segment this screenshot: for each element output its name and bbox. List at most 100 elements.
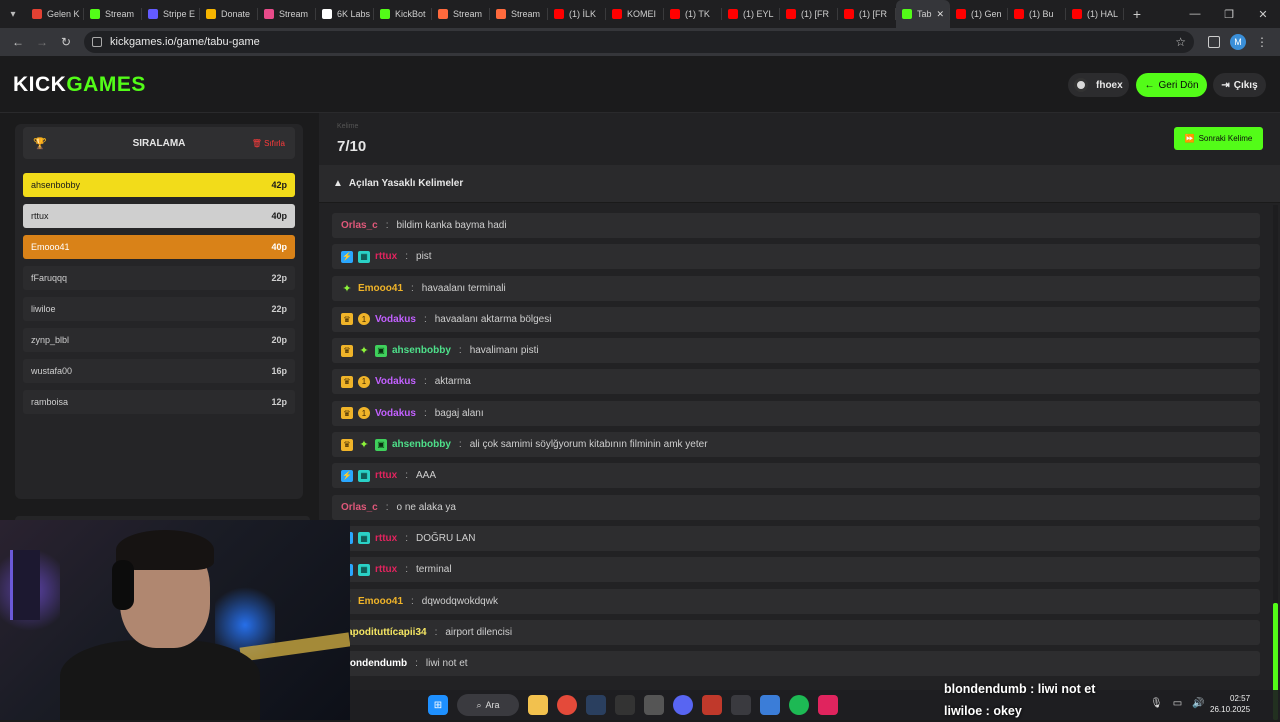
tab-label: (1) İLK bbox=[569, 9, 597, 19]
user-profile-pill[interactable]: fhoex bbox=[1068, 73, 1129, 97]
browser-tab[interactable]: KOMEI bbox=[606, 0, 664, 28]
tab-label: (1) Gen bbox=[971, 9, 1002, 19]
chat-text: pist bbox=[416, 251, 432, 263]
video-editor-icon[interactable] bbox=[702, 695, 722, 715]
chat-username[interactable]: Orlas_c bbox=[341, 502, 378, 513]
tab-favicon-icon bbox=[844, 9, 854, 19]
network-icon[interactable]: ▭ bbox=[1173, 698, 1182, 709]
back-button[interactable]: ← Geri Dön bbox=[1136, 73, 1207, 97]
browser-tab-bar: ▾ Gelen K Stream Stripe E Donate Stream 6K La… bbox=[0, 0, 1280, 28]
windows-start-icon[interactable]: ⊞ bbox=[428, 695, 448, 715]
chat-separator: : bbox=[423, 407, 427, 419]
tab-search-chevron-icon[interactable]: ▾ bbox=[0, 0, 26, 28]
file-explorer-icon[interactable] bbox=[528, 695, 548, 715]
player-name: wustafa00 bbox=[31, 366, 73, 376]
microphone-icon[interactable]: 🎙 bbox=[1150, 698, 1163, 709]
chat-username[interactable]: rttux bbox=[375, 470, 397, 481]
discord-icon[interactable] bbox=[673, 695, 693, 715]
taskbar-search[interactable]: ⌕ Ara bbox=[457, 694, 519, 716]
subscriber-badge-icon: ▦ bbox=[358, 532, 370, 545]
chat-username[interactable]: rttux bbox=[375, 533, 397, 544]
chat-text: AAA bbox=[416, 470, 437, 482]
chat-username[interactable]: rttux bbox=[375, 564, 397, 575]
steam-icon[interactable] bbox=[586, 695, 606, 715]
browser-tab[interactable]: Stripe E bbox=[142, 0, 200, 28]
browser-menu-icon[interactable]: ⋮ bbox=[1256, 35, 1268, 49]
chat-username[interactable]: Vodakus bbox=[375, 408, 416, 419]
chat-username[interactable]: ahsenbobby bbox=[392, 439, 451, 450]
extensions-icon[interactable] bbox=[1208, 36, 1220, 48]
forward-arrow-icon[interactable]: → bbox=[30, 35, 54, 49]
chrome-icon[interactable] bbox=[557, 695, 577, 715]
reset-button[interactable]: 🗑 Sıfırla bbox=[252, 139, 285, 148]
browser-tab[interactable]: Stream bbox=[258, 0, 316, 28]
browser-tab[interactable]: (1) Gen bbox=[950, 0, 1008, 28]
browser-tab[interactable]: (1) [FR bbox=[780, 0, 838, 28]
logout-icon: ⇥ bbox=[1221, 79, 1230, 91]
browser-tab[interactable]: (1) EYL bbox=[722, 0, 780, 28]
bookmark-star-icon[interactable]: ☆ bbox=[1175, 35, 1186, 49]
chrome-profile-icon[interactable] bbox=[731, 695, 751, 715]
site-header: KICKGAMES fhoex ← Geri Dön ⇥ Çıkış bbox=[0, 56, 1280, 113]
back-button-label: Geri Dön bbox=[1158, 79, 1199, 91]
banned-words-header[interactable]: ▲ Açılan Yasaklı Kelimeler bbox=[319, 165, 1280, 203]
player-points: 20p bbox=[271, 335, 287, 345]
chat-text: aktarma bbox=[434, 376, 471, 388]
chat-separator: : bbox=[458, 345, 462, 357]
new-tab-button[interactable]: + bbox=[1124, 6, 1150, 22]
chat-username[interactable]: Orlas_c bbox=[341, 220, 378, 231]
tab-favicon-icon bbox=[322, 9, 332, 19]
profile-avatar[interactable]: M bbox=[1230, 34, 1246, 50]
chat-username[interactable]: Emooo41 bbox=[358, 283, 403, 294]
chat-username[interactable]: ahsenbobby bbox=[392, 345, 451, 356]
chat-separator: : bbox=[385, 220, 389, 231]
chat-username[interactable]: rttux bbox=[375, 251, 397, 262]
chat-username[interactable]: Vodakus bbox=[375, 314, 416, 325]
browser-tab[interactable]: KickBot bbox=[374, 0, 432, 28]
browser-tab[interactable]: Stream bbox=[84, 0, 142, 28]
browser-tab[interactable]: (1) [FR bbox=[838, 0, 896, 28]
chat-username[interactable]: blondendumb bbox=[341, 658, 407, 669]
browser-tab[interactable]: (1) HAL bbox=[1066, 0, 1124, 28]
browser-tab[interactable]: Stream bbox=[432, 0, 490, 28]
crown-badge-icon: ♛ bbox=[341, 375, 353, 388]
tab-label: (1) [FR bbox=[859, 9, 887, 19]
browser-tab[interactable]: Stream bbox=[490, 0, 548, 28]
back-arrow-icon[interactable]: ← bbox=[6, 35, 30, 49]
system-clock[interactable]: 02:57 26.10.2025 bbox=[1210, 693, 1250, 715]
tab-favicon-icon bbox=[786, 9, 796, 19]
player-name: zynp_blbl bbox=[31, 335, 70, 345]
logout-button[interactable]: ⇥ Çıkış bbox=[1213, 73, 1266, 97]
app-icon-3[interactable] bbox=[818, 695, 838, 715]
chat-username[interactable]: Emooo41 bbox=[358, 596, 403, 607]
kickgames-logo[interactable]: KICKGAMES bbox=[13, 73, 146, 97]
browser-tab[interactable]: 6K Labs bbox=[316, 0, 374, 28]
overlay-text: okey bbox=[993, 704, 1022, 718]
next-word-button[interactable]: ⏩ Sonraki Kelime bbox=[1174, 127, 1263, 150]
tab-close-icon[interactable]: ✕ bbox=[937, 9, 945, 20]
overlay-chat-line: liwiloe : okey bbox=[944, 700, 1095, 722]
reload-icon[interactable]: ↻ bbox=[54, 35, 78, 49]
spotify-icon[interactable] bbox=[789, 695, 809, 715]
app-icon-2[interactable] bbox=[760, 695, 780, 715]
browser-tab-active[interactable]: Tab ✕ bbox=[896, 0, 950, 28]
volume-icon[interactable]: 🔊 bbox=[1192, 698, 1204, 709]
browser-tab[interactable]: Donate bbox=[200, 0, 258, 28]
tab-label: Stream bbox=[279, 9, 309, 19]
browser-tab[interactable]: (1) TK bbox=[664, 0, 722, 28]
chat-username[interactable]: papodituttícapii34 bbox=[341, 627, 427, 638]
browser-tab[interactable]: (1) Bu bbox=[1008, 0, 1066, 28]
close-window-icon[interactable]: ✕ bbox=[1246, 8, 1280, 21]
browser-tab[interactable]: (1) İLK bbox=[548, 0, 606, 28]
restore-icon[interactable]: ❐ bbox=[1212, 8, 1246, 21]
site-info-icon[interactable] bbox=[92, 37, 102, 47]
player-points: 16p bbox=[271, 366, 287, 376]
minimize-icon[interactable]: — bbox=[1178, 8, 1212, 21]
epic-games-icon[interactable] bbox=[615, 695, 635, 715]
browser-tab[interactable]: Gelen K bbox=[26, 0, 84, 28]
tab-strip: Gelen K Stream Stripe E Donate Stream 6K Labs… bbox=[26, 0, 1124, 28]
overlay-chat-line: blondendumb : liwi not et bbox=[944, 678, 1095, 700]
chat-username[interactable]: Vodakus bbox=[375, 376, 416, 387]
app-icon[interactable] bbox=[644, 695, 664, 715]
url-field[interactable]: kickgames.io/game/tabu-game ☆ bbox=[84, 31, 1194, 53]
